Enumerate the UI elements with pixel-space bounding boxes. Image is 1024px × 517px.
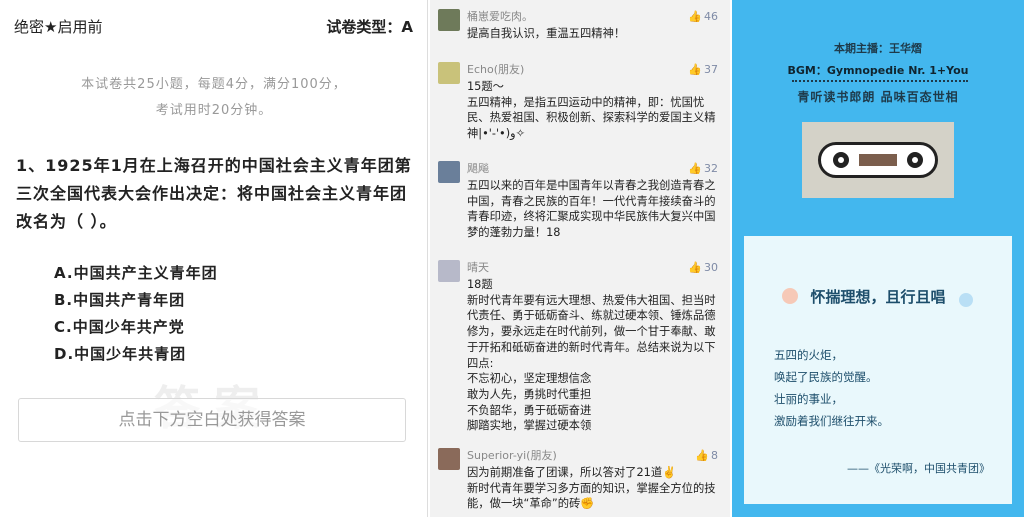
poem-line: 唤起了民族的觉醒。 bbox=[774, 370, 878, 384]
like-count: 37 bbox=[704, 63, 718, 76]
comment-author[interactable]: Echo(朋友) bbox=[467, 62, 524, 78]
like-button[interactable]: 👍 32 bbox=[688, 161, 718, 177]
option-c: C.中国少年共产党 bbox=[54, 318, 185, 336]
avatar[interactable] bbox=[438, 9, 460, 31]
slogan: 青听读书郎朗 品味百态世相 bbox=[797, 90, 959, 104]
comment-body: 18题 新时代青年要有远大理想、热爱伟大祖国、担当时代责任、勇于砥砺奋斗、练就过… bbox=[467, 278, 716, 433]
comment-author[interactable]: Superior-yi(朋友) bbox=[467, 448, 557, 464]
poem-title: 怀揣理想，且行且唱 bbox=[810, 288, 946, 306]
poem-line: 五四的火炬， bbox=[774, 348, 843, 362]
exam-instructions: 本试卷共25小题，每题4分，满分100分， 考试用时20分钟。 bbox=[0, 72, 428, 124]
avatar[interactable] bbox=[438, 62, 460, 84]
podcast-panel: 本期主播：王华熠 BGM：Gymnopedie Nr. 1+You 青听读书郎朗… bbox=[732, 0, 1024, 517]
comment-body: 因为前期准备了团课，所以答对了21道✌️ 新时代青年要学习多方面的知识，掌握全方… bbox=[467, 466, 716, 511]
cassette-tape-icon bbox=[802, 122, 954, 198]
tape-window bbox=[818, 142, 938, 178]
like-button[interactable]: 👍 46 bbox=[688, 9, 718, 25]
exam-note-line: 本试卷共25小题，每题4分，满分100分， bbox=[81, 77, 347, 92]
comment-item: 飓飚 👍 32 五四以来的百年是中国青年以青春之我创造青春之中国，青春之民族的百年… bbox=[430, 161, 730, 251]
like-button[interactable]: 👍 8 bbox=[695, 448, 718, 464]
avatar[interactable] bbox=[438, 161, 460, 183]
tape-band bbox=[859, 154, 897, 166]
reel-icon bbox=[907, 152, 923, 168]
poem-line: 激励着我们继往开来。 bbox=[774, 414, 889, 428]
reveal-answer-button[interactable]: 点击下方空白处获得答案 bbox=[18, 398, 406, 442]
comment-item: 桶崽爱吃肉。 👍 46 提高自我认识，重温五四精神！ bbox=[430, 9, 730, 49]
host-label: 本期主播：王华熠 bbox=[834, 42, 922, 55]
like-button[interactable]: 👍 30 bbox=[688, 260, 718, 276]
option-b: B.中国共产青年团 bbox=[54, 291, 186, 309]
comment-body: 15题～ 五四精神，是指五四运动中的精神，即：忧国忧民、热爱祖国、积极创新、探索… bbox=[467, 80, 716, 141]
like-count: 46 bbox=[704, 10, 718, 23]
answer-options: A.中国共产主义青年团 B.中国共产青年团 C.中国少年共产党 D.中国少年共青… bbox=[54, 260, 394, 368]
bgm-label: BGM：Gymnopedie Nr. 1+You bbox=[787, 64, 969, 77]
thumbs-up-icon: 👍 bbox=[688, 162, 702, 175]
comment-body: 五四以来的百年是中国青年以青春之我创造青春之中国，青春之民族的百年！一代代青年接… bbox=[467, 179, 716, 240]
avatar[interactable] bbox=[438, 260, 460, 282]
poem-line: 壮丽的事业， bbox=[774, 392, 843, 406]
like-count: 8 bbox=[711, 449, 718, 462]
exam-note-line: 考试用时20分钟。 bbox=[155, 103, 273, 118]
comment-item: Superior-yi(朋友) 👍 8 因为前期准备了团课，所以答对了21道✌️ … bbox=[430, 448, 730, 514]
question-text: 1、1925年1月在上海召开的中国社会主义青年团第三次全国代表大会作出决定：将中… bbox=[16, 156, 412, 231]
paper-type-label: 试卷类型：A bbox=[326, 18, 413, 36]
thumbs-up-icon: 👍 bbox=[688, 63, 702, 76]
comment-author[interactable]: 飓飚 bbox=[467, 161, 489, 177]
exam-header: 绝密★启用前 试卷类型：A bbox=[14, 16, 413, 38]
dotted-divider bbox=[792, 80, 968, 82]
like-count: 32 bbox=[704, 162, 718, 175]
thumbs-up-icon: 👍 bbox=[688, 261, 702, 274]
secret-label: 绝密★启用前 bbox=[14, 18, 103, 36]
option-d: D.中国少年共青团 bbox=[54, 345, 187, 363]
comment-body: 提高自我认识，重温五四精神！ bbox=[467, 27, 626, 40]
comment-item: 晴天 👍 30 18题 新时代青年要有远大理想、热爱伟大祖国、担当时代责任、勇于砥… bbox=[430, 260, 730, 440]
exam-panel: 绝密★启用前 试卷类型：A 本试卷共25小题，每题4分，满分100分， 考试用时… bbox=[0, 0, 428, 517]
poem-source: ——《光荣啊，中国共青团》 bbox=[847, 462, 990, 475]
poem-lines: 五四的火炬， 唤起了民族的觉醒。 壮丽的事业， 激励着我们继往开来。 bbox=[774, 344, 994, 432]
comment-author[interactable]: 桶崽爱吃肉。 bbox=[467, 9, 533, 25]
comment-item: Echo(朋友) 👍 37 15题～ 五四精神，是指五四运动中的精神，即：忧国忧民… bbox=[430, 62, 730, 152]
thumbs-up-icon: 👍 bbox=[695, 449, 709, 462]
reel-icon bbox=[833, 152, 849, 168]
option-a: A.中国共产主义青年团 bbox=[54, 264, 218, 282]
like-button[interactable]: 👍 37 bbox=[688, 62, 718, 78]
thumbs-up-icon: 👍 bbox=[688, 10, 702, 23]
avatar[interactable] bbox=[438, 448, 460, 470]
comment-author[interactable]: 晴天 bbox=[467, 260, 489, 276]
comments-panel: 桶崽爱吃肉。 👍 46 提高自我认识，重温五四精神！ Echo(朋友) 👍 37 1… bbox=[430, 0, 730, 517]
poem-card: 怀揣理想，且行且唱 五四的火炬， 唤起了民族的觉醒。 壮丽的事业， 激励着我们继… bbox=[744, 236, 1012, 504]
like-count: 30 bbox=[704, 261, 718, 274]
